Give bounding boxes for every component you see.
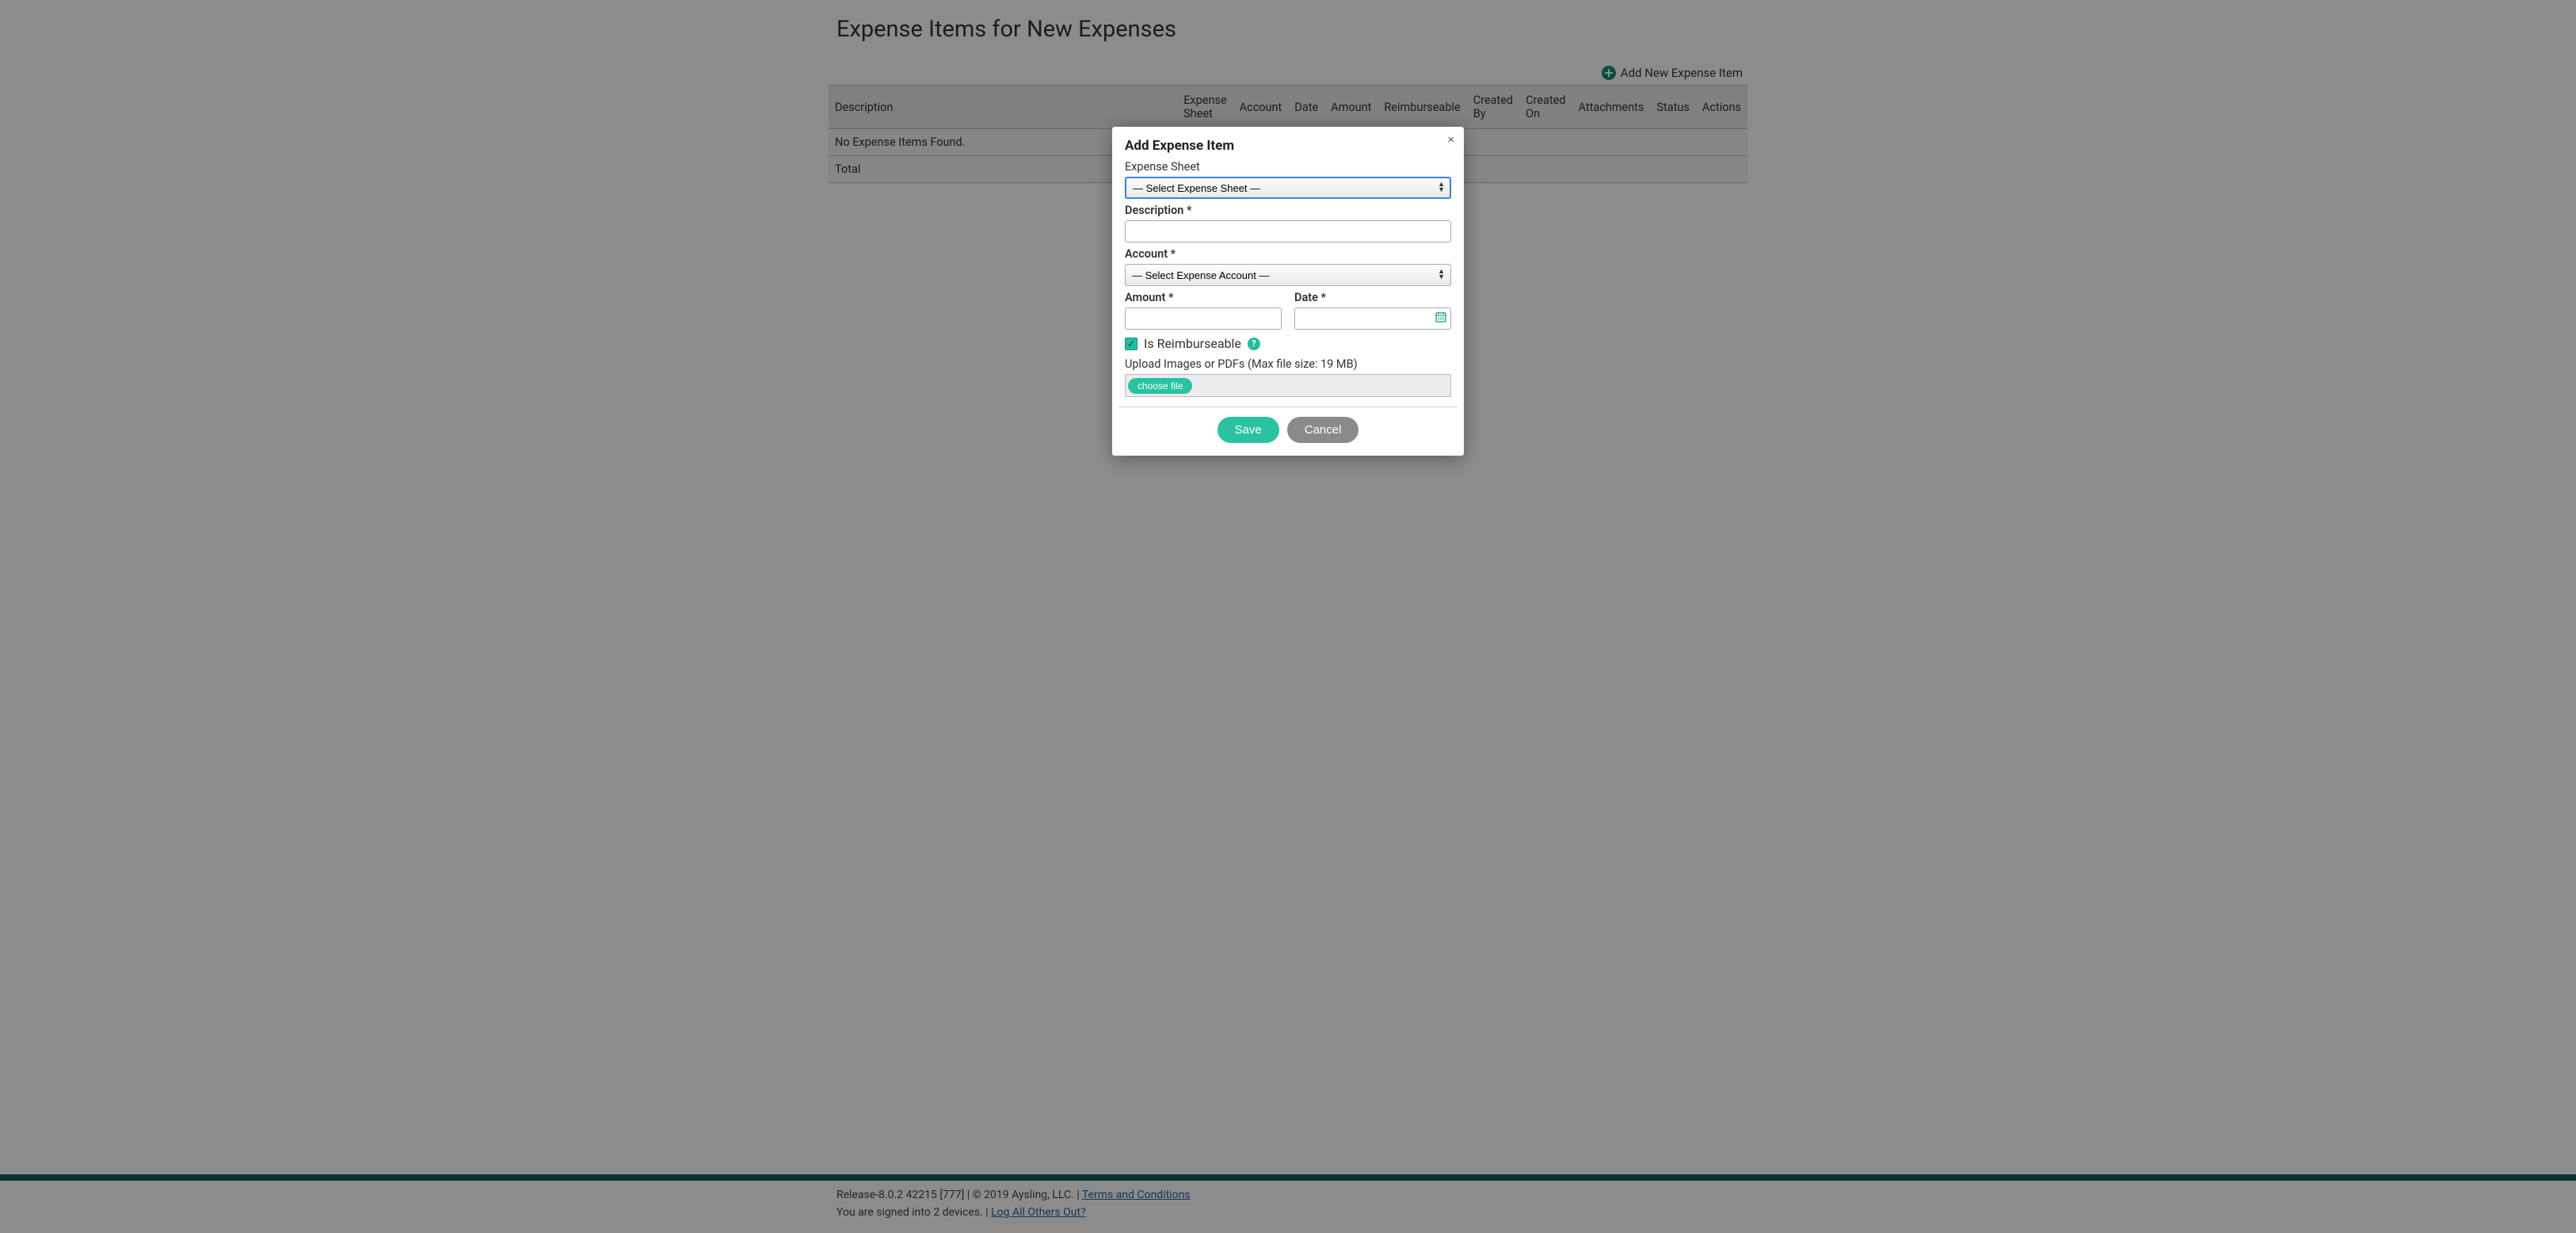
modal-title: Add Expense Item [1125, 138, 1451, 154]
date-label: Date * [1294, 291, 1451, 304]
amount-input[interactable] [1125, 307, 1282, 330]
date-input[interactable] [1294, 307, 1451, 330]
expense-sheet-select[interactable]: — Select Expense Sheet — [1125, 177, 1451, 199]
modal-close-button[interactable]: × [1447, 133, 1454, 147]
is-reimburseable-checkbox[interactable]: ✓ [1125, 338, 1137, 350]
account-select[interactable]: — Select Expense Account — [1125, 264, 1451, 286]
account-label: Account * [1125, 247, 1451, 261]
choose-file-button[interactable]: choose file [1128, 378, 1192, 394]
expense-sheet-label: Expense Sheet [1125, 160, 1451, 174]
description-label: Description * [1125, 204, 1451, 217]
add-expense-item-modal: × Add Expense Item Expense Sheet — Selec… [1112, 127, 1464, 456]
amount-label: Amount * [1125, 291, 1282, 304]
is-reimburseable-label: Is Reimburseable [1144, 336, 1241, 351]
cancel-button[interactable]: Cancel [1287, 417, 1359, 443]
description-input[interactable] [1125, 220, 1451, 242]
help-icon[interactable]: ? [1248, 338, 1260, 350]
upload-area[interactable]: choose file [1125, 374, 1451, 397]
save-button[interactable]: Save [1218, 417, 1279, 443]
upload-label: Upload Images or PDFs (Max file size: 19… [1125, 357, 1451, 371]
